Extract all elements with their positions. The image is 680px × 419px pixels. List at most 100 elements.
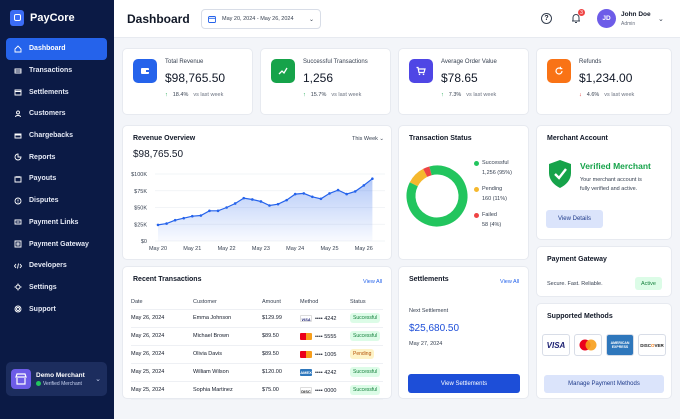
stat-change: 18.4% [172,92,189,98]
view-details-button[interactable]: View Details [546,210,603,228]
home-icon [14,45,22,53]
data-point [216,209,220,213]
merchant-switcher[interactable]: Demo Merchant Verified Merchant ⌄ [6,362,107,396]
sidebar-item-label: Customers [29,110,66,118]
gear-icon [14,283,22,291]
y-tick-label: $25K [134,222,147,228]
cell-date: May 26, 2024 [131,309,193,328]
data-point [208,209,211,213]
data-point [191,214,194,218]
sidebar-item-label: Support [29,305,56,313]
legend-label: Successful [482,160,509,166]
avatar[interactable]: JD [597,9,616,28]
card-icon [14,132,22,140]
cell-customer: Sophia Martinez [193,381,262,400]
account-desc: Your merchant account is [580,177,642,183]
table-row[interactable]: May 26, 2024 Olivia Davis $89.50 •••• 10… [131,345,383,364]
stat-change: 7.3% [448,92,462,98]
view-settlements-button[interactable]: View Settlements [408,374,520,393]
stat-card: Total Revenue $98,765.50 ↑ 18.4% vs last w… [122,48,253,115]
stat-value: $1,234.00 [579,71,633,85]
column-header: Date [131,295,193,310]
view-all-link[interactable]: View All [363,279,382,285]
cart-icon [409,59,433,83]
sidebar-item-label: Payment Links [29,218,79,226]
data-point [242,196,246,200]
sidebar-nav: Dashboard Transactions Settlements Customer… [6,38,107,320]
status-badge: Active [635,277,662,290]
chevron-down-icon[interactable]: ⌄ [658,15,664,23]
card-brand-logo: VISA [300,314,312,322]
settlement-date: May 27, 2024 [409,341,443,347]
card-last4: •••• 4242 [315,369,337,376]
sidebar-item-label: Dashboard [29,45,66,53]
sidebar-item-label: Developers [29,262,67,270]
data-point [319,197,323,201]
status-badge: Successful [350,313,381,323]
data-point [156,223,160,227]
sidebar-item-settlements[interactable]: Settlements [6,81,107,103]
data-point [276,202,280,206]
cell-customer: Emma Johnson [193,309,262,328]
status-badge: Successful [350,367,381,377]
stat-label: Refunds [579,59,602,65]
y-tick-label: $50K [134,206,147,212]
support-icon [14,305,22,313]
amex-logo: AMERICAN EXPRESS [606,334,634,356]
sidebar-item-chargebacks[interactable]: Chargebacks [6,125,107,147]
x-tick-label: May 25 [320,246,338,252]
manage-payment-methods-button[interactable]: Manage Payment Methods [544,375,664,393]
data-point [285,198,288,202]
data-point [225,206,228,209]
sidebar-item-support[interactable]: Support [6,298,107,320]
gateway-icon [14,240,22,248]
cell-method: •••• 1005 [300,345,350,364]
stat-label: Average Order Value [441,59,497,65]
cell-method: DISC •••• 0000 [300,381,350,400]
stat-period: vs last week [604,92,635,98]
sidebar-item-customers[interactable]: Customers [6,103,107,125]
sidebar-item-dashboard[interactable]: Dashboard [6,38,107,60]
stat-change: 4.6% [586,92,600,98]
arrow-down-icon: ↓ [579,92,582,98]
card-last4: •••• 0000 [315,387,337,394]
settlements-card: Settlements View All Next Settlement $25… [398,266,529,399]
data-point [268,204,271,207]
sidebar-item-settings[interactable]: Settings [6,277,107,299]
stat-card: Average Order Value $78.65 ↑ 7.3% vs last … [398,48,529,115]
cell-amount: $75.00 [262,381,300,400]
sidebar-item-reports[interactable]: Reports [6,146,107,168]
y-tick-label: $100K [131,172,147,178]
x-tick-label: May 23 [252,246,270,252]
calendar-icon [208,16,216,23]
sidebar-item-developers[interactable]: Developers [6,255,107,277]
data-point [311,195,314,199]
status-donut-chart [406,165,468,227]
disputes-icon [14,197,22,205]
stat-label: Successful Transactions [303,59,368,65]
sidebar-item-disputes[interactable]: Disputes [6,190,107,212]
view-all-link[interactable]: View All [500,279,519,285]
sidebar-item-payment-gateway[interactable]: Payment Gateway [6,233,107,255]
recent-transactions-card: Recent Transactions View All Date Custome… [122,266,392,400]
stat-value: 1,256 [303,71,334,85]
chevron-down-icon: ⌄ [95,376,101,383]
date-range-picker[interactable]: May 20, 2024 - May 26, 2024 ⌄ [201,9,321,29]
app-logo[interactable]: PayCore [10,10,75,26]
card-brand-logo: DISC [300,386,312,394]
sidebar-item-label: Settlements [29,88,69,96]
table-row[interactable]: May 26, 2024 Michael Brown $89.50 •••• 5… [131,327,383,346]
help-icon[interactable]: ? [541,13,552,24]
table-row[interactable]: May 26, 2024 Emma Johnson $129.99 VISA ••… [131,309,383,328]
sidebar-item-transactions[interactable]: Transactions [6,60,107,82]
table-row[interactable]: May 25, 2024 Sophia Martinez $75.00 DISC… [131,381,383,400]
sidebar-item-payouts[interactable]: Payouts [6,168,107,190]
sidebar-item-payment-links[interactable]: Payment Links [6,212,107,234]
table-row[interactable]: May 25, 2024 William Wilson $120.00 AMEX… [131,363,383,382]
card-last4: •••• 1005 [315,351,337,358]
data-point [165,222,168,225]
card-title: Settlements [409,276,449,283]
card-title: Recent Transactions [133,276,202,283]
legend-label: Failed [482,212,497,218]
sidebar-item-label: Reports [29,153,56,161]
